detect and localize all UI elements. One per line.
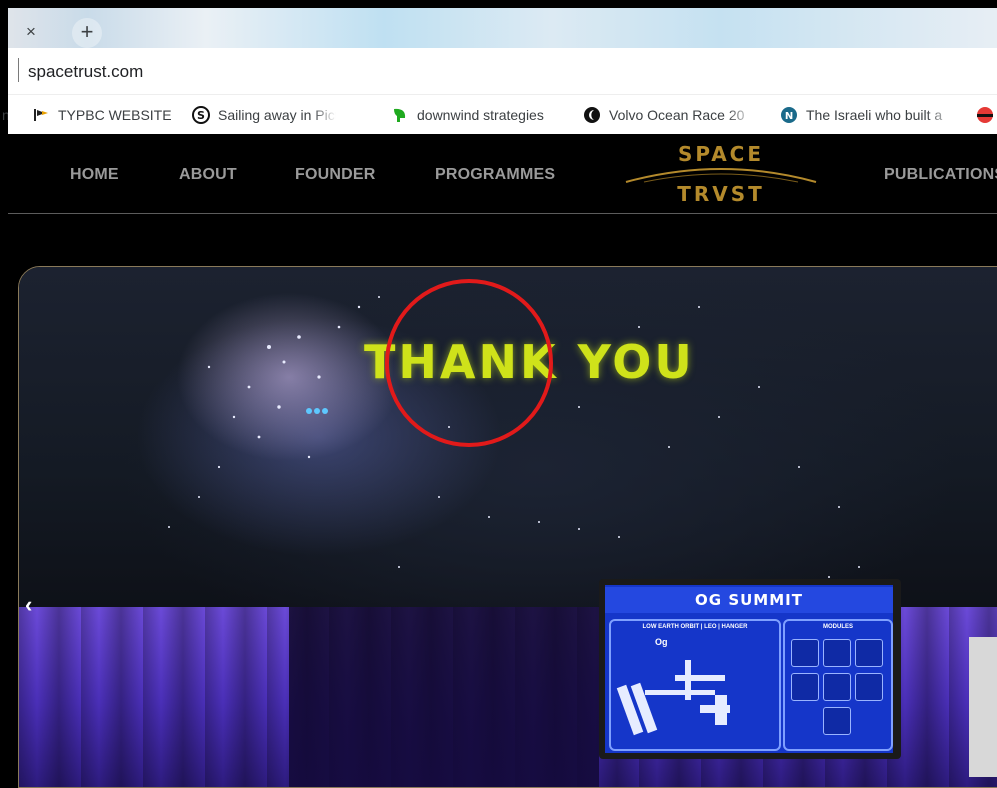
module-tile[interactable]: [823, 673, 851, 701]
moon-icon: [584, 107, 600, 123]
svg-text:S: S: [197, 109, 205, 122]
bookmark-typbc[interactable]: TYPBC WEBSITE: [32, 105, 172, 125]
bookmark-overflow[interactable]: [976, 105, 997, 125]
bookmark-israeli[interactable]: N The Israeli who built a: [780, 105, 956, 125]
leo-panel: LOW EARTH ORBIT | LEO | HANGER Og: [609, 619, 781, 751]
module-tile[interactable]: [855, 673, 883, 701]
monitor-title: OG SUMMIT: [605, 587, 893, 613]
nav-founder[interactable]: FOUNDER: [295, 166, 376, 184]
logo-arc-icon: [625, 168, 817, 183]
leo-label: LOW EARTH ORBIT | LEO | HANGER: [642, 624, 748, 630]
module-tile[interactable]: [791, 673, 819, 701]
modules-panel: MODULES: [783, 619, 893, 751]
stage-shadow: [289, 607, 599, 787]
url-text[interactable]: spacetrust.com: [28, 61, 143, 83]
bookmark-sailing[interactable]: S Sailing away in Pictor: [192, 105, 336, 125]
tab-bar: × +: [8, 8, 997, 48]
red-highlight-circle: [385, 279, 553, 447]
nav-publications[interactable]: PUBLICATIONS: [884, 166, 997, 184]
bookmark-partial[interactable]: n: [2, 105, 8, 125]
summit-monitor: OG SUMMIT LOW EARTH ORBIT | LEO | HANGER…: [599, 579, 901, 759]
leaf-icon: [394, 108, 406, 122]
module-tile[interactable]: [791, 639, 819, 667]
address-divider: [18, 58, 19, 82]
modules-label: MODULES: [823, 624, 853, 630]
address-bar[interactable]: spacetrust.com: [8, 48, 997, 94]
space-station-icon: [616, 660, 730, 736]
nav-divider: [8, 213, 997, 214]
s-circle-icon: S: [192, 106, 210, 124]
slider-prev-arrow-icon[interactable]: ‹: [25, 592, 32, 618]
nav-home[interactable]: HOME: [70, 166, 119, 184]
stage-prop: [969, 637, 997, 777]
module-tile[interactable]: [855, 639, 883, 667]
new-tab-button[interactable]: +: [72, 18, 102, 48]
close-tab-icon[interactable]: ×: [26, 22, 36, 42]
colorful-circle-icon: [977, 107, 993, 123]
logo-text-bottom: TRVST: [677, 182, 765, 206]
site-logo[interactable]: SPACE TRVST: [624, 142, 818, 208]
bookmark-downwind[interactable]: downwind strategies: [391, 105, 544, 125]
nav-about[interactable]: ABOUT: [179, 166, 237, 184]
module-tile[interactable]: [823, 707, 851, 735]
monitor-screen: OG SUMMIT LOW EARTH ORBIT | LEO | HANGER…: [605, 585, 893, 753]
site-nav: HOME ABOUT FOUNDER PROGRAMMES PUBLICATIO…: [0, 134, 997, 214]
hero-slider: THANK YOU ‹ OG SUMMIT LOW EARTH ORBIT | …: [18, 266, 997, 788]
flag-icon: [34, 109, 48, 121]
module-tile[interactable]: [823, 639, 851, 667]
nav-programmes[interactable]: PROGRAMMES: [435, 166, 555, 184]
bookmark-volvo[interactable]: Volvo Ocean Race 20: [583, 105, 755, 125]
bookmarks-bar: n TYPBC WEBSITE S Sailing away in Pictor…: [2, 94, 997, 135]
browser-tabstrip: × +: [0, 0, 997, 48]
n-circle-icon: N: [781, 107, 797, 123]
svg-text:N: N: [785, 111, 793, 122]
